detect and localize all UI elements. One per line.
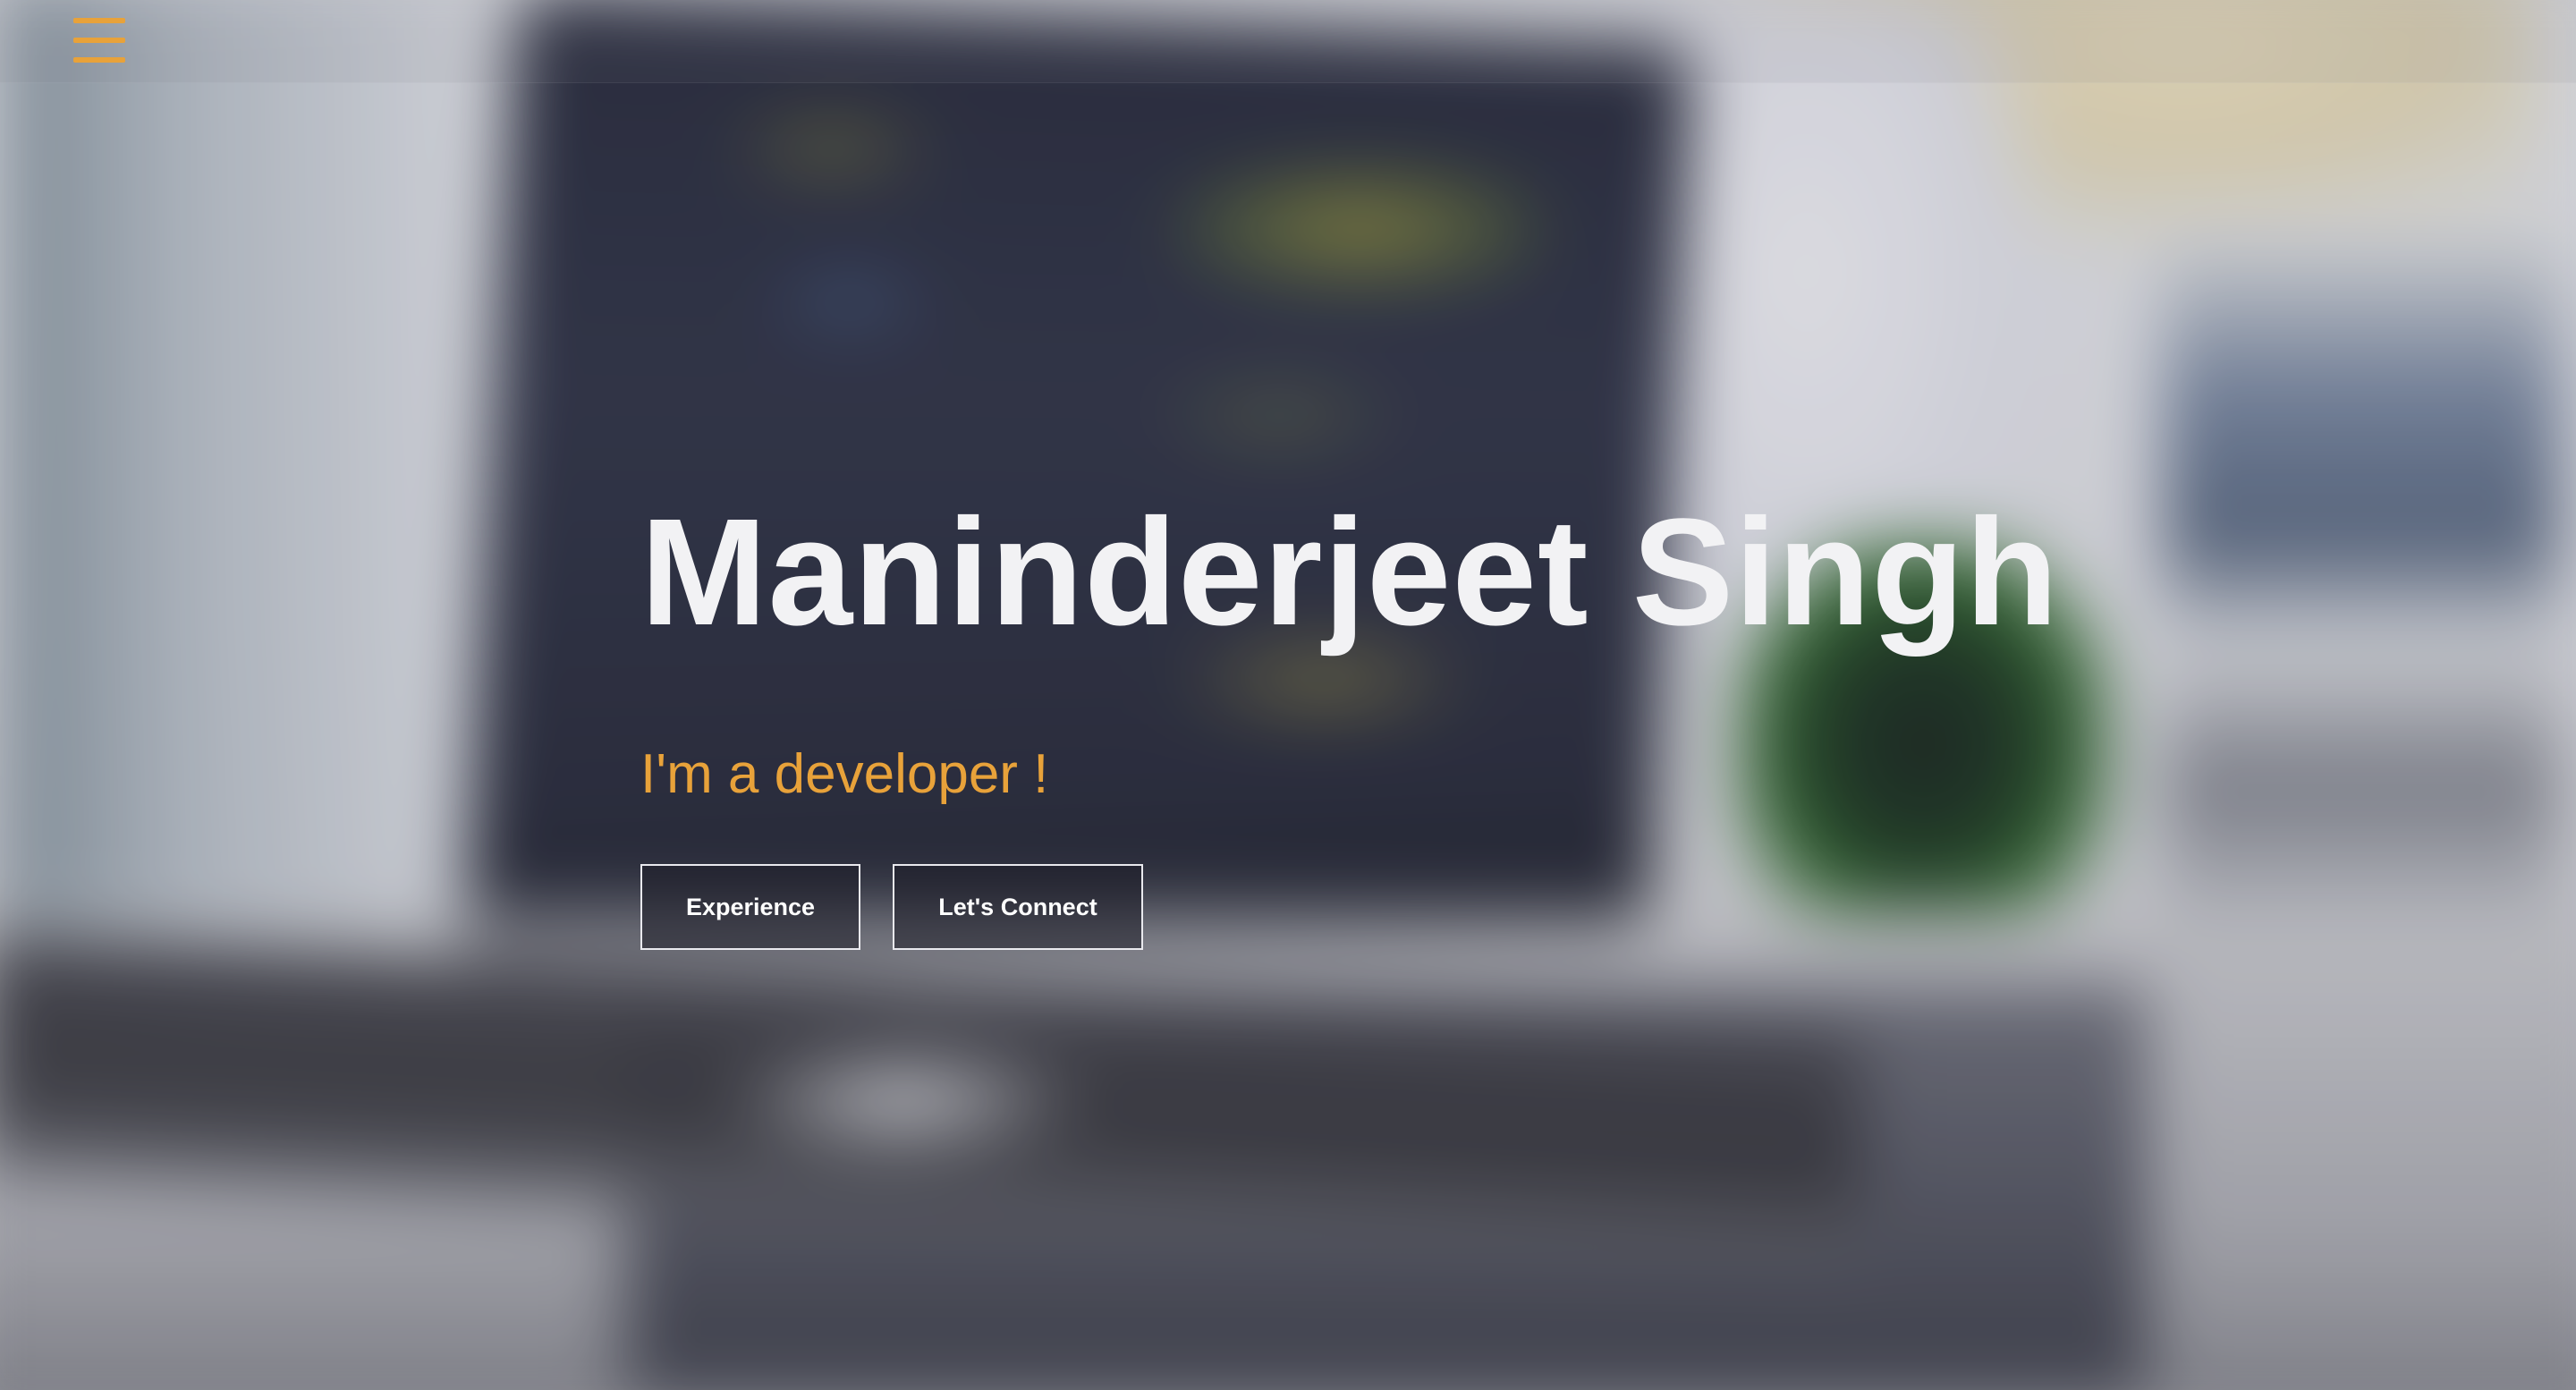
hero-tagline: I'm a developer !	[640, 743, 1049, 805]
hamburger-bar	[73, 57, 125, 63]
hero-section: Maninderjeet Singh I'm a developer ! Exp…	[640, 483, 2059, 950]
lets-connect-button[interactable]: Let's Connect	[893, 864, 1143, 950]
hamburger-bar	[73, 38, 125, 43]
hamburger-bar	[73, 18, 125, 23]
hamburger-menu-icon[interactable]	[73, 18, 125, 64]
experience-button[interactable]: Experience	[640, 864, 860, 950]
page: Maninderjeet Singh I'm a developer ! Exp…	[0, 0, 2576, 1390]
hero-name-heading: Maninderjeet Singh	[640, 487, 2059, 657]
hero-button-group: Experience Let's Connect	[640, 864, 2059, 950]
top-navbar	[0, 0, 2576, 83]
